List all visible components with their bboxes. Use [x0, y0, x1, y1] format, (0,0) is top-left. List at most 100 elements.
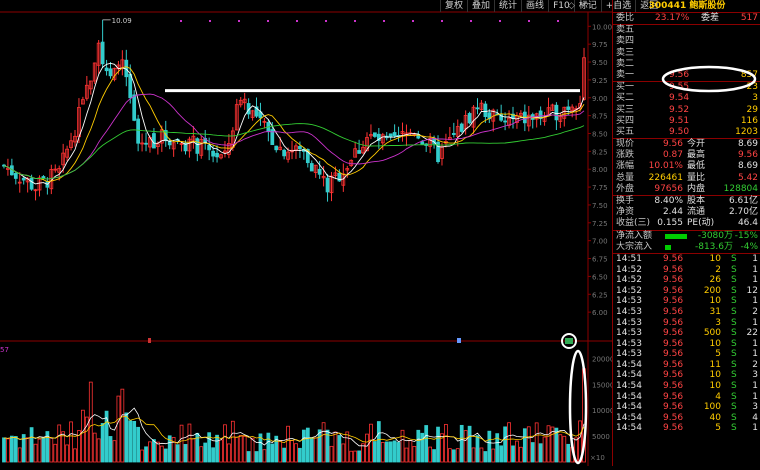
volume-bar	[163, 448, 168, 463]
tick-count: 2	[752, 359, 758, 370]
volume-bar	[365, 433, 369, 463]
order-volume: 29	[746, 104, 758, 115]
tick-time: 14:53	[616, 296, 642, 307]
order-row[interactable]: 卖四	[613, 36, 760, 47]
order-row[interactable]: 卖一 9.56 857	[613, 70, 760, 81]
order-row[interactable]: 卖二	[613, 59, 760, 70]
order-row[interactable]: 买一 9.55 23	[613, 82, 760, 93]
diamond-icon[interactable]: ◇	[568, 1, 575, 11]
order-level-label: 买五	[616, 126, 635, 137]
tick-volume: 10	[709, 370, 721, 381]
order-price: 9.50	[669, 126, 690, 137]
candle-body	[195, 138, 200, 154]
toolbar-button[interactable]: 复权	[440, 0, 467, 12]
volume-bar	[183, 444, 188, 463]
stock-title: 300441 鲍斯股份	[613, 0, 760, 12]
tick-row: 14:53 9.56 5 S 1	[613, 349, 760, 360]
tick-list[interactable]: 14:51 9.56 10 S 1 14:52 9.56 2 S 1 14:52 9.56 26 S 1 14…	[613, 254, 760, 434]
tick-volume: 4	[715, 391, 721, 402]
tick-row: 14:53 9.56 31 S 2	[613, 307, 760, 318]
top-dot-marker	[412, 20, 414, 22]
candle-body	[152, 133, 156, 149]
volume-bar	[345, 431, 350, 463]
volume-unit-label: ×10	[590, 454, 605, 462]
volume-bar	[92, 432, 97, 463]
volume-bar	[144, 446, 148, 463]
volume-bar	[41, 437, 46, 463]
candle-body	[388, 133, 393, 138]
toolbar-button[interactable]: 统计	[494, 0, 521, 12]
volume-bar	[175, 444, 180, 463]
tick-direction: S	[731, 359, 737, 370]
tick-direction: S	[731, 402, 737, 413]
volume-bar	[203, 442, 208, 463]
volume-bar	[566, 443, 571, 463]
volume-bar	[317, 429, 322, 463]
volume-bar	[400, 429, 405, 463]
kline-chart[interactable]: 10.00 9.75 9.50 9.25 9.00 8.75 8.50 8.25 8.00 7.7…	[0, 0, 658, 466]
volume-bar	[124, 412, 129, 463]
order-row[interactable]: 卖三	[613, 48, 760, 59]
price-tick-label: 7.25	[592, 220, 608, 228]
candle-body	[108, 68, 113, 77]
volume-bar	[424, 425, 429, 463]
tick-price: 9.56	[663, 253, 684, 264]
quote-stats: 现价 9.56 今开 8.69 涨跌 0.87 最高 9.56 涨幅 10.01% 最低 8.69 总量…	[613, 139, 760, 195]
tick-time: 14:53	[616, 338, 642, 349]
sell-orders: 卖五 卖四 卖三 卖二 卖一 9.56 857	[613, 25, 760, 81]
quote-label: 今开	[687, 139, 706, 150]
tick-time: 14:53	[616, 306, 642, 317]
volume-bar	[376, 421, 381, 463]
order-volume: 116	[740, 115, 758, 126]
volume-bar	[136, 426, 141, 463]
buy-orders: 买一 9.55 23 买二 9.54 3 买三 9.52 29 买四 9.51 116 买五 9.50 12…	[613, 82, 760, 138]
chart-canvas[interactable]: 10.00 9.75 9.50 9.25 9.00 8.75 8.50 8.25 8.00 7.7…	[0, 0, 614, 466]
order-level-label: 买二	[616, 93, 635, 104]
volume-bar	[479, 447, 484, 463]
volume-bar	[290, 440, 294, 463]
volume-bar	[562, 435, 567, 463]
volume-bar	[503, 426, 507, 463]
volume-bar	[463, 430, 468, 463]
fundamental-label: 股本	[687, 196, 706, 206]
volume-label: 57	[0, 346, 9, 354]
volume-tick-label: 5000	[592, 433, 610, 441]
flow-label: 净流入额	[616, 230, 653, 241]
top-dot-marker	[470, 20, 472, 22]
tick-direction: S	[731, 285, 737, 296]
volume-bar	[511, 445, 515, 463]
candle-body	[132, 94, 137, 121]
undo-icon[interactable]: ↶	[581, 1, 589, 11]
volume-bar	[100, 423, 105, 463]
quote-value: 9.56	[737, 150, 758, 161]
toolbar-button[interactable]: 画线	[521, 0, 548, 12]
volume-bar	[471, 447, 476, 463]
order-row[interactable]: 买二 9.54 3	[613, 93, 760, 104]
price-tick-label: 9.00	[592, 95, 608, 103]
volume-bar	[120, 388, 125, 463]
tick-volume: 5	[715, 349, 721, 360]
order-row[interactable]: 买三 9.52 29	[613, 105, 760, 116]
volume-bar	[33, 443, 38, 463]
volume-bar	[266, 432, 271, 463]
order-row[interactable]: 卖五	[613, 25, 760, 36]
volume-bar	[444, 424, 448, 463]
tick-direction: S	[731, 306, 737, 317]
volume-bar	[546, 425, 551, 463]
volume-bar	[428, 446, 433, 463]
tick-count: 3	[752, 370, 758, 381]
volume-bar	[526, 426, 531, 463]
volume-bar	[373, 441, 377, 463]
order-price: 9.51	[669, 115, 690, 126]
volume-bar	[420, 432, 425, 463]
order-row[interactable]: 买五 9.50 1203	[613, 127, 760, 138]
volume-bar	[392, 440, 397, 463]
order-row[interactable]: 买四 9.51 116	[613, 116, 760, 127]
fundamental-row: 收益(三) 0.155 PE(动) 46.4	[613, 218, 760, 229]
fundamental-label: 收益(三)	[616, 218, 651, 229]
tick-direction: S	[731, 423, 737, 434]
tick-price: 9.56	[663, 423, 684, 434]
toolbar-button[interactable]: 叠加	[467, 0, 494, 12]
tick-direction: S	[731, 275, 737, 286]
tick-price: 9.56	[663, 317, 684, 328]
